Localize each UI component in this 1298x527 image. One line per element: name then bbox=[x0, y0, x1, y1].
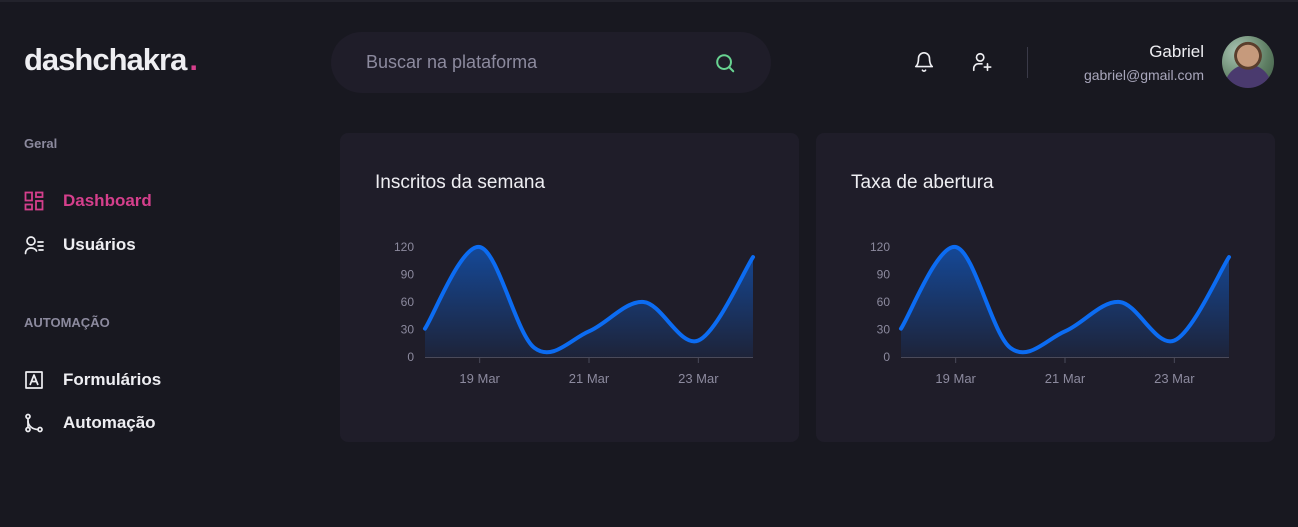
top-border bbox=[0, 0, 1298, 2]
sidebar-item-label: Dashboard bbox=[63, 191, 152, 210]
x-tick-label: 21 Mar bbox=[1045, 371, 1086, 386]
sidebar-section-automacao: AUTOMAÇÃO bbox=[24, 315, 110, 330]
sidebar-item-label: Formulários bbox=[63, 370, 162, 389]
chart-abertura: 0 30 60 90 120 19 Mar 21 Mar 23 Mar bbox=[870, 240, 1231, 386]
form-icon bbox=[24, 370, 44, 390]
x-tick-label: 23 Mar bbox=[1154, 371, 1195, 386]
logo-text: dashchakra bbox=[24, 42, 187, 77]
git-branch-icon bbox=[24, 413, 44, 433]
y-tick-label: 0 bbox=[883, 350, 890, 364]
add-user-icon[interactable] bbox=[971, 50, 993, 74]
chart-card-inscritos: Inscritos da semana 0 30 60 90 120 19 Mar 21 M… bbox=[340, 133, 799, 442]
y-tick-label: 90 bbox=[401, 268, 415, 282]
search-input[interactable] bbox=[366, 32, 706, 93]
sidebar-item-usuarios[interactable]: Usuários bbox=[24, 233, 136, 257]
chart-inscritos: 0 30 60 90 120 19 Mar 21 Mar 23 Mar bbox=[394, 240, 755, 386]
sidebar-item-automacao[interactable]: Automação bbox=[24, 411, 156, 435]
y-tick-label: 30 bbox=[877, 323, 891, 337]
y-tick-label: 90 bbox=[877, 268, 891, 282]
sidebar-item-label: Usuários bbox=[63, 235, 136, 254]
chart-card-abertura: Taxa de abertura 0 30 60 90 120 19 Mar 21 Mar 2… bbox=[816, 133, 1275, 442]
logo-dot: . bbox=[189, 42, 198, 77]
series-area bbox=[425, 246, 753, 357]
sidebar-item-label: Automação bbox=[63, 413, 156, 432]
avatar[interactable] bbox=[1222, 36, 1274, 88]
search-bar[interactable] bbox=[331, 32, 771, 93]
x-tick-label: 19 Mar bbox=[459, 371, 500, 386]
x-tick-label: 19 Mar bbox=[935, 371, 976, 386]
sidebar-item-dashboard[interactable]: Dashboard bbox=[24, 189, 152, 213]
y-tick-label: 120 bbox=[870, 240, 890, 254]
x-tick-label: 23 Mar bbox=[678, 371, 719, 386]
user-email: gabriel@gmail.com bbox=[1083, 67, 1204, 83]
app-logo[interactable]: dashchakra. bbox=[24, 42, 198, 78]
y-tick-label: 60 bbox=[401, 295, 415, 309]
search-icon[interactable] bbox=[714, 52, 736, 74]
y-tick-label: 30 bbox=[401, 323, 415, 337]
bell-icon[interactable] bbox=[913, 50, 935, 74]
dashboard-icon bbox=[24, 191, 44, 211]
sidebar-section-geral: Geral bbox=[24, 136, 58, 151]
user-name: Gabriel bbox=[1149, 42, 1204, 61]
series-area bbox=[901, 246, 1229, 357]
x-tick-label: 21 Mar bbox=[569, 371, 610, 386]
sidebar-item-formularios[interactable]: Formulários bbox=[24, 368, 161, 392]
y-tick-label: 60 bbox=[877, 295, 891, 309]
header-divider bbox=[1027, 47, 1028, 78]
y-tick-label: 0 bbox=[407, 350, 414, 364]
users-icon bbox=[24, 235, 44, 255]
y-tick-label: 120 bbox=[394, 240, 414, 254]
